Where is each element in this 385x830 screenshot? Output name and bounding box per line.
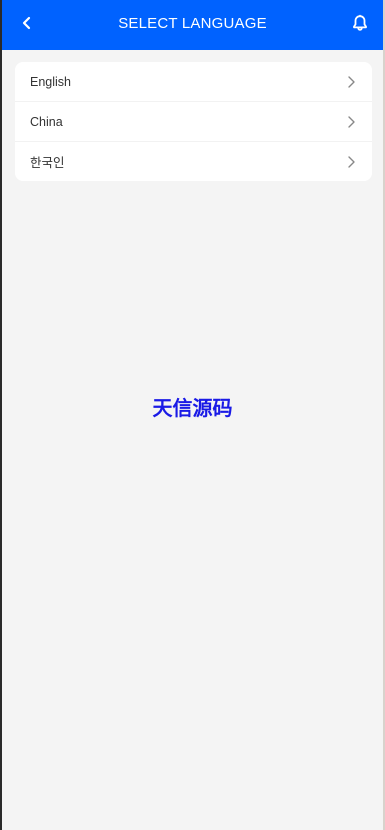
chevron-right-icon	[346, 75, 356, 89]
app-screen: SELECT LANGUAGE English China 한국인 天信源码	[2, 0, 383, 830]
notifications-button[interactable]	[347, 12, 373, 38]
chevron-right-icon	[346, 155, 356, 169]
chevron-right-icon	[346, 115, 356, 129]
bell-icon	[351, 14, 369, 37]
language-label: English	[30, 74, 71, 89]
language-item-english[interactable]: English	[15, 62, 372, 102]
watermark-text: 天信源码	[152, 396, 233, 420]
language-item-korean[interactable]: 한국인	[15, 142, 372, 181]
back-button[interactable]	[14, 12, 40, 38]
language-list: English China 한국인	[15, 62, 372, 181]
language-item-china[interactable]: China	[15, 102, 372, 142]
language-label: China	[30, 114, 63, 129]
chevron-left-icon	[21, 16, 33, 35]
header-bar: SELECT LANGUAGE	[2, 0, 383, 50]
page-title: SELECT LANGUAGE	[118, 15, 267, 32]
language-label: 한국인	[30, 156, 65, 170]
